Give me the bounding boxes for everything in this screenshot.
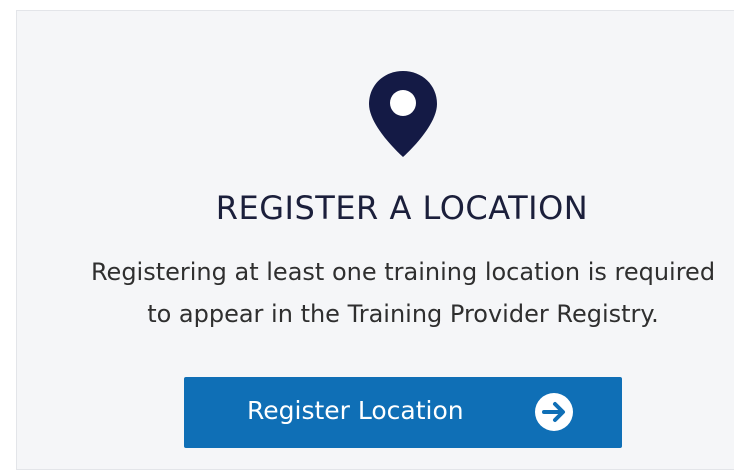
card-title: REGISTER A LOCATION — [215, 189, 589, 227]
arrow-right-circle-icon — [533, 391, 575, 433]
card-description: Registering at least one training locati… — [17, 251, 734, 335]
description-line-2: to appear in the Training Provider Regis… — [147, 300, 659, 328]
register-location-button-label: Register Location — [247, 396, 464, 425]
register-location-button[interactable]: Register Location — [184, 377, 622, 448]
description-line-1: Registering at least one training locati… — [90, 258, 716, 286]
map-pin-icon — [366, 69, 440, 159]
register-location-card: REGISTER A LOCATION Registering at least… — [16, 10, 734, 470]
